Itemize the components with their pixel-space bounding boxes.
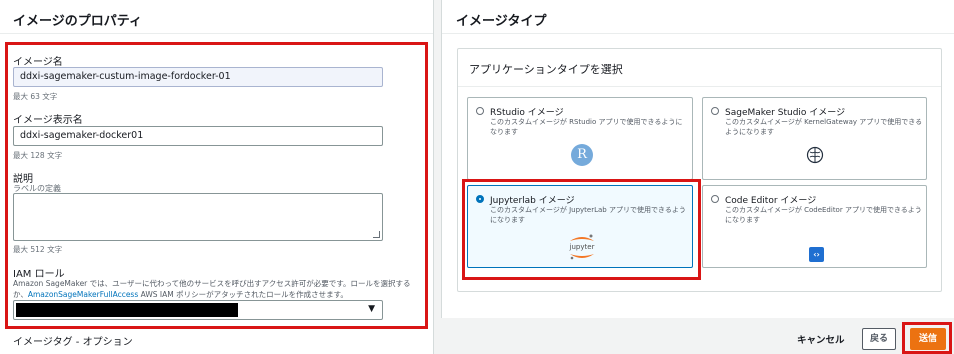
display-name-hint: 最大 128 文字 xyxy=(13,151,63,160)
tile-sagemaker-studio[interactable]: SageMaker Studio イメージ このカスタムイメージが Kernel… xyxy=(702,97,927,180)
code-editor-icon: ‹› xyxy=(809,247,824,262)
resize-handle-icon[interactable] xyxy=(373,231,380,238)
tile-rstudio-desc: このカスタムイメージが RStudio アプリで使用できるようになります xyxy=(490,118,683,136)
application-type-title: アプリケーションタイプを選択 xyxy=(469,63,623,76)
redacted-role-value xyxy=(16,303,238,317)
display-name-input[interactable]: ddxi-sagemaker-docker01 xyxy=(13,126,383,146)
iam-desc-part2: AWS IAM ポリシーがアタッチされたロールを作成させます。 xyxy=(138,290,348,299)
rstudio-icon: R xyxy=(571,144,593,166)
full-access-policy-link[interactable]: AmazonSageMakerFullAccess xyxy=(28,290,138,299)
iam-role-select[interactable]: ▼ xyxy=(13,300,383,320)
image-properties-title: イメージのプロパティ xyxy=(0,0,433,34)
caret-down-icon: ▼ xyxy=(368,304,375,314)
radio-sagemaker-studio[interactable] xyxy=(711,107,719,115)
tile-code-editor-desc: このカスタムイメージが CodeEditor アプリで使用できるようになります xyxy=(725,206,922,224)
description-hint: 最大 512 文字 xyxy=(13,245,63,254)
image-tags-title: イメージタグ - オプション xyxy=(13,337,133,348)
image-type-panel: イメージタイプ アプリケーションタイプを選択 RStudio イメージ このカス… xyxy=(441,0,954,318)
radio-rstudio[interactable] xyxy=(476,107,484,115)
radio-code-editor[interactable] xyxy=(711,195,719,203)
sagemaker-brain-icon xyxy=(806,146,824,164)
iam-role-description: Amazon SageMaker では、ユーザーに代わって他のサービスを呼び出す… xyxy=(13,278,418,300)
highlight-box-jupyterlab xyxy=(462,179,701,280)
image-type-title: イメージタイプ xyxy=(442,0,954,34)
tile-sagemaker-studio-desc: このカスタムイメージが KernelGateway アプリで使用できるようになり… xyxy=(725,118,923,136)
back-button[interactable]: 戻る xyxy=(862,328,896,350)
cancel-button[interactable]: キャンセル xyxy=(797,332,845,346)
image-name-hint: 最大 63 文字 xyxy=(13,92,58,101)
divider xyxy=(458,86,941,87)
submit-button[interactable]: 送信 xyxy=(910,328,946,350)
image-name-label: イメージ名 xyxy=(13,57,63,68)
description-textarea[interactable] xyxy=(13,193,383,241)
display-name-label: イメージ表示名 xyxy=(13,115,83,126)
image-name-input[interactable]: ddxi-sagemaker-custum-image-fordocker-01 xyxy=(13,67,383,87)
tile-code-editor[interactable]: Code Editor イメージ このカスタムイメージが CodeEditor … xyxy=(702,185,927,268)
image-properties-panel: イメージのプロパティ イメージ名 ddxi-sagemaker-custum-i… xyxy=(0,0,434,354)
tile-rstudio[interactable]: RStudio イメージ このカスタムイメージが RStudio アプリで使用で… xyxy=(467,97,693,180)
